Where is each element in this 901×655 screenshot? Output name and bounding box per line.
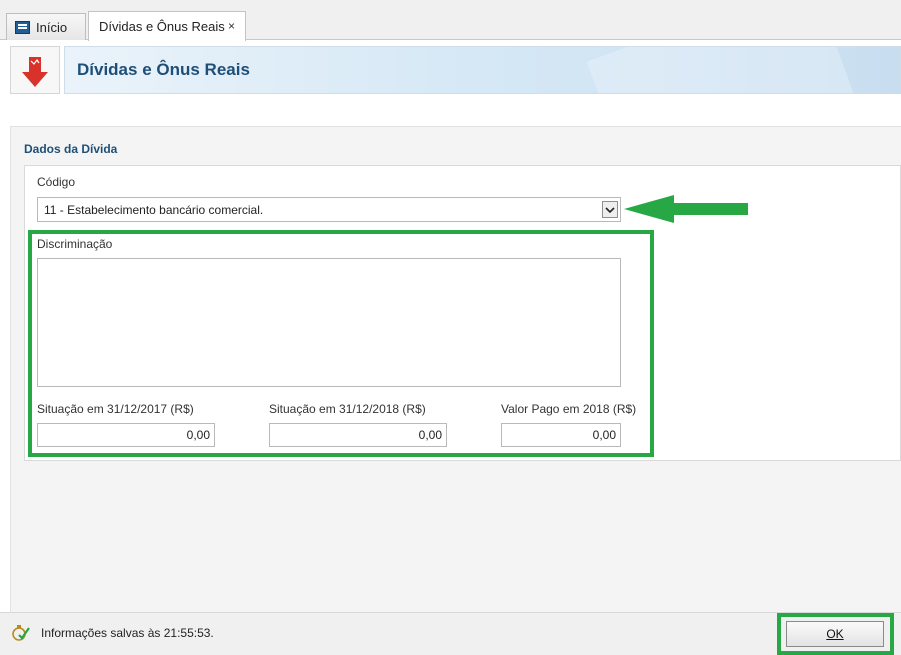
codigo-select[interactable]: 11 - Estabelecimento bancário comercial. (37, 197, 621, 222)
page-title: Dívidas e Ônus Reais (77, 60, 250, 79)
status-text: Informações salvas às 21:55:53. (41, 626, 214, 640)
close-tab-icon[interactable]: × (228, 19, 235, 33)
tab-dividas[interactable]: Dívidas e Ônus Reais × (88, 11, 246, 41)
tab-inicio-label: Início (36, 19, 68, 35)
section-title: Dados da Dívida (24, 142, 118, 156)
tab-dividas-label: Dívidas e Ônus Reais (99, 19, 225, 34)
chevron-down-icon[interactable] (602, 201, 618, 218)
highlight-frame-fields (28, 230, 654, 457)
ok-button[interactable]: OK (786, 621, 884, 647)
header-title-box: Dívidas e Ônus Reais (64, 46, 901, 94)
home-icon (15, 20, 30, 34)
download-arrow-icon (22, 57, 48, 87)
tab-bar: Início Dívidas e Ônus Reais × (0, 0, 901, 41)
header-icon-box (10, 46, 60, 94)
codigo-select-value: 11 - Estabelecimento bancário comercial. (44, 202, 264, 217)
ok-button-label: OK (826, 627, 844, 641)
page-header: Dívidas e Ônus Reais (10, 46, 901, 94)
tab-inicio[interactable]: Início (6, 13, 86, 40)
codigo-label: Código (37, 175, 76, 189)
highlight-arrow (624, 195, 748, 223)
saved-check-icon (12, 625, 30, 641)
